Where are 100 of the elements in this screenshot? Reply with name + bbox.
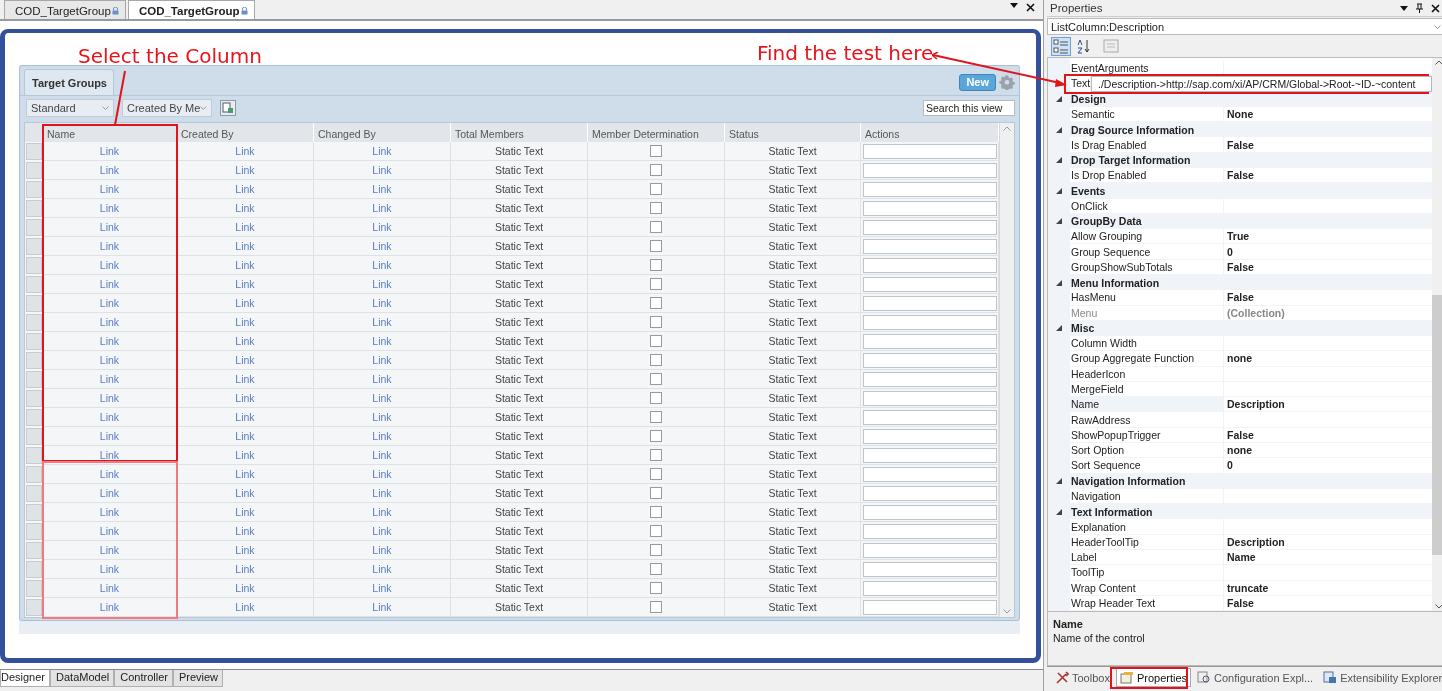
property-value[interactable]: Name xyxy=(1224,550,1433,566)
link[interactable]: Link xyxy=(235,449,255,461)
link[interactable]: Link xyxy=(235,354,255,366)
input-field[interactable] xyxy=(862,485,997,501)
view-mode-button[interactable] xyxy=(1051,36,1071,56)
row-selector[interactable] xyxy=(26,599,42,616)
link[interactable]: Link xyxy=(372,525,392,537)
settings-icon[interactable] xyxy=(999,74,1015,90)
checkbox[interactable] xyxy=(650,259,662,271)
export-icon[interactable] xyxy=(220,100,236,116)
link[interactable]: Link xyxy=(99,582,120,594)
panel-tab[interactable]: Configuration Expl... xyxy=(1193,668,1318,687)
link[interactable]: Link xyxy=(235,601,255,613)
checkbox[interactable] xyxy=(650,221,662,233)
checkbox[interactable] xyxy=(650,278,662,290)
property-value[interactable]: 0 xyxy=(1224,458,1433,474)
row-selector[interactable] xyxy=(26,466,42,483)
input-field[interactable] xyxy=(862,276,997,292)
input-field[interactable] xyxy=(862,181,997,197)
row-selector[interactable] xyxy=(26,428,42,445)
property-name[interactable]: Is Drag Enabled xyxy=(1070,137,1224,153)
link[interactable]: Link xyxy=(372,582,392,594)
close-icon[interactable] xyxy=(1026,3,1035,12)
link[interactable]: Link xyxy=(235,411,255,423)
row-selector[interactable] xyxy=(26,257,42,274)
checkbox[interactable] xyxy=(650,582,662,594)
link[interactable]: Link xyxy=(235,468,255,480)
row-selector[interactable] xyxy=(26,181,42,198)
checkbox[interactable] xyxy=(650,506,662,518)
link[interactable]: Link xyxy=(235,183,255,195)
property-name[interactable]: Sort Sequence xyxy=(1070,458,1224,474)
row-selector[interactable] xyxy=(26,295,42,312)
link[interactable]: Link xyxy=(99,221,120,233)
input-field[interactable] xyxy=(862,428,997,444)
checkbox[interactable] xyxy=(650,430,662,442)
column-header[interactable]: Actions xyxy=(861,123,999,142)
checkbox[interactable] xyxy=(650,449,662,461)
new-button[interactable]: New xyxy=(959,73,996,91)
link[interactable]: Link xyxy=(99,164,120,176)
link[interactable]: Link xyxy=(99,430,120,442)
object-dropdown[interactable]: ListColumn:Description xyxy=(1047,18,1442,35)
link[interactable]: Link xyxy=(235,221,255,233)
input-field[interactable] xyxy=(862,504,997,520)
row-selector[interactable] xyxy=(26,390,42,407)
property-value[interactable]: True xyxy=(1224,229,1433,245)
search-field[interactable]: Search this view xyxy=(923,100,1015,116)
property-value[interactable]: False xyxy=(1224,595,1433,611)
row-selector[interactable] xyxy=(26,485,42,502)
property-name[interactable]: HasMenu xyxy=(1070,290,1224,306)
collapse-icon[interactable] xyxy=(1056,508,1062,515)
designer-tab[interactable]: Designer xyxy=(0,670,51,687)
link[interactable]: Link xyxy=(372,411,392,423)
designer-tab[interactable]: Preview xyxy=(172,670,224,687)
link[interactable]: Link xyxy=(235,544,255,556)
link[interactable]: Link xyxy=(235,164,255,176)
input-field[interactable] xyxy=(862,295,997,311)
link[interactable]: Link xyxy=(99,259,120,271)
input-field[interactable] xyxy=(862,542,997,558)
link[interactable]: Link xyxy=(235,392,255,404)
document-tab[interactable]: COD_TargetGroup xyxy=(4,0,126,19)
column-header[interactable]: Total Members xyxy=(451,123,588,142)
property-value[interactable]: False xyxy=(1224,427,1433,444)
scrollbar[interactable] xyxy=(1432,58,1442,611)
link[interactable]: Link xyxy=(372,544,392,556)
checkbox[interactable] xyxy=(650,373,662,385)
link[interactable]: Link xyxy=(235,240,255,252)
property-value[interactable]: False xyxy=(1224,259,1433,275)
link[interactable]: Link xyxy=(372,430,392,442)
link[interactable]: Link xyxy=(372,487,392,499)
property-name[interactable]: RawAddress xyxy=(1070,412,1224,428)
link[interactable]: Link xyxy=(372,297,392,309)
panel-tab[interactable]: Toolbox xyxy=(1051,668,1114,687)
link[interactable]: Link xyxy=(235,278,255,290)
link[interactable]: Link xyxy=(99,506,120,518)
row-selector[interactable] xyxy=(26,333,42,350)
row-selector[interactable] xyxy=(26,219,42,236)
input-field[interactable] xyxy=(862,466,997,482)
property-name[interactable]: Text xyxy=(1070,76,1091,92)
input-field[interactable] xyxy=(862,314,997,330)
row-selector[interactable] xyxy=(26,276,42,293)
property-value[interactable]: False xyxy=(1224,137,1433,153)
link[interactable]: Link xyxy=(372,221,392,233)
checkbox[interactable] xyxy=(650,297,662,309)
checkbox[interactable] xyxy=(650,563,662,575)
checkbox[interactable] xyxy=(650,525,662,537)
row-selector[interactable] xyxy=(26,314,42,331)
property-value[interactable]: Description xyxy=(1224,397,1433,413)
row-selector[interactable] xyxy=(26,352,42,369)
link[interactable]: Link xyxy=(372,316,392,328)
property-value[interactable]: 0 xyxy=(1224,244,1433,260)
link[interactable]: Link xyxy=(99,354,120,366)
input-field[interactable] xyxy=(862,371,997,387)
link[interactable]: Link xyxy=(235,297,255,309)
checkbox[interactable] xyxy=(650,392,662,404)
panel-tab[interactable]: Extensibility Explorer xyxy=(1319,668,1442,687)
column-header[interactable]: Status xyxy=(725,123,861,142)
input-field[interactable] xyxy=(862,219,997,235)
close-icon[interactable] xyxy=(1431,3,1441,13)
checkbox[interactable] xyxy=(650,487,662,499)
collapse-icon[interactable] xyxy=(1056,325,1062,332)
